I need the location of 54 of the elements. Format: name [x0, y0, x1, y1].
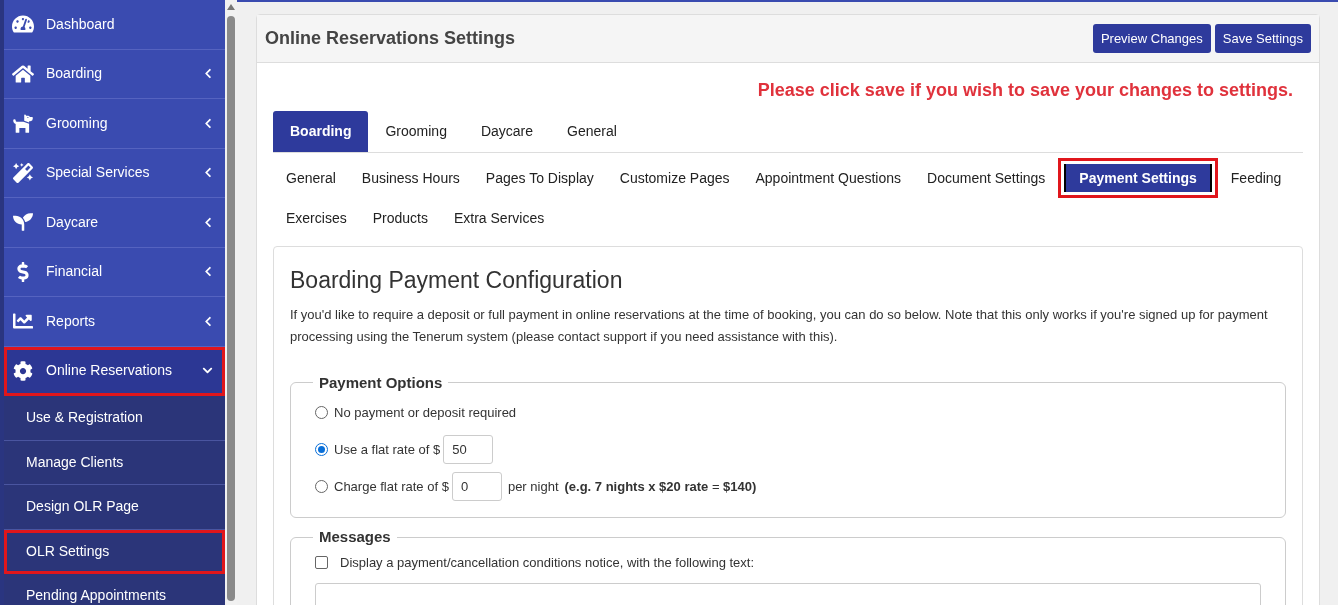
subtab[interactable]: Pages To Display	[472, 158, 607, 198]
amount-field[interactable]: 0	[451, 472, 502, 501]
subtab[interactable]: Business Hours	[348, 158, 473, 198]
config-title: Boarding Payment Configuration	[290, 266, 624, 295]
scroll-up-icon	[227, 4, 236, 10]
config-description: If you'd like to require a deposit or full payment in online reservations at the time of booking, you can do so below. Note that this only works if you're signed up for payment processing using the Tenerum system (please contact support if you need assistance with this).	[290, 305, 1269, 346]
subtab[interactable]: Exercises	[273, 198, 360, 238]
checkbox-label: Display a payment/cancellation conditions notice, with the following text:	[340, 553, 755, 572]
sidebar-subitem[interactable]: Manage Clients	[4, 440, 226, 485]
save-notice: Please click save if you wish to save your changes to settings.	[756, 79, 1294, 102]
scrollbar-thumb[interactable]	[227, 16, 236, 601]
option-label: Charge flat rate of $	[334, 477, 449, 496]
sidebar-item[interactable]: Online Reservations	[4, 346, 226, 396]
chevron-left-icon	[203, 315, 214, 327]
checkbox[interactable]	[315, 556, 328, 569]
option-label: Use a flat rate of $	[334, 440, 441, 459]
tab[interactable]: Daycare	[463, 111, 551, 152]
tab[interactable]: General	[550, 111, 634, 152]
sprout-icon	[12, 212, 34, 233]
option-suffix: per night	[507, 477, 559, 496]
dog-icon	[12, 113, 34, 134]
subtab[interactable]: Customize Pages	[606, 158, 743, 198]
sidebar-subitem[interactable]: OLR Settings	[4, 529, 226, 574]
gauge-icon	[12, 14, 34, 35]
chevron-left-icon	[203, 68, 214, 80]
subtab[interactable]: Document Settings	[914, 158, 1059, 198]
subtab[interactable]: Extra Services	[440, 198, 558, 238]
house-icon	[12, 63, 34, 84]
chevron-left-icon	[203, 216, 214, 228]
subtab[interactable]: Products	[359, 198, 441, 238]
chevron-left-icon	[203, 266, 214, 278]
chevron-left-icon	[203, 167, 214, 179]
sidebar-subitem[interactable]: Use & Registration	[4, 396, 226, 441]
save-button[interactable]: Save Settings	[1214, 24, 1311, 53]
sidebar-item[interactable]: Dashboard	[4, 0, 226, 50]
chevron-left-icon	[203, 117, 214, 129]
tab[interactable]: Boarding	[273, 111, 369, 152]
panel-title: Online Reservations Settings	[265, 27, 516, 50]
sidebar-subitem[interactable]: Design OLR Page	[4, 485, 226, 530]
gear-icon	[12, 360, 34, 381]
amount-field[interactable]: 50	[443, 435, 494, 464]
line-chart-icon	[12, 311, 34, 332]
option-label: No payment or deposit required	[334, 403, 517, 422]
preview-button[interactable]: Preview Changes	[1092, 24, 1211, 53]
subtab[interactable]: Payment Settings	[1058, 158, 1218, 198]
sidebar-subitem[interactable]: Pending Appointments	[4, 574, 226, 605]
example-note: (e.g. 7 nights x $20 rate = $140)	[564, 477, 757, 496]
group-legend: Messages	[313, 526, 397, 549]
subtab[interactable]: Appointment Questions	[742, 158, 915, 198]
group-legend: Payment Options	[313, 371, 449, 394]
subtab[interactable]: General	[273, 158, 349, 198]
subtab[interactable]: Feeding	[1217, 158, 1295, 198]
magic-wand-icon	[12, 162, 34, 183]
tab[interactable]: Grooming	[368, 111, 464, 152]
